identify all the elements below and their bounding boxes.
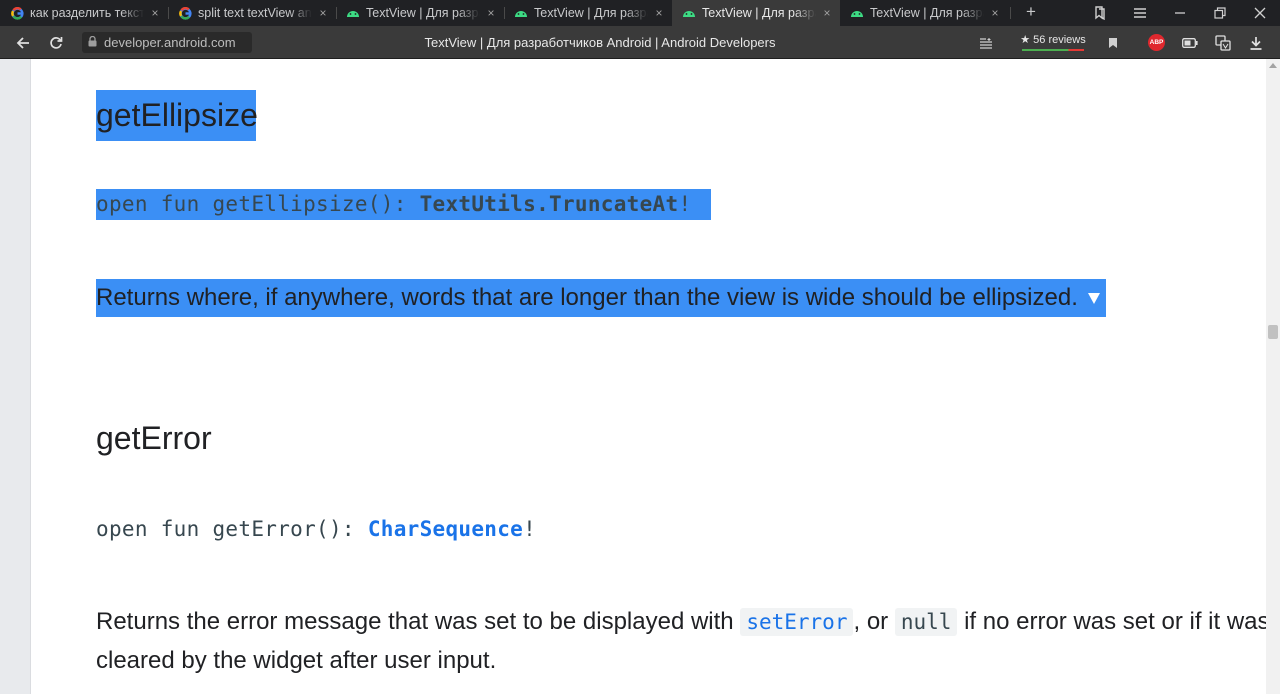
tab-divider	[1010, 7, 1011, 19]
browser-tab[interactable]: split text textView android ×	[168, 0, 336, 26]
method-description-getellipsize: Returns where, if anywhere, words that a…	[96, 279, 1106, 317]
browser-tab[interactable]: как разделить текст на ×	[0, 0, 168, 26]
url-text: developer.android.com	[104, 35, 236, 50]
method-heading-geterror: getError	[96, 420, 212, 456]
page-title-bar: TextView | Для разработчиков Android | A…	[424, 35, 776, 50]
close-tab-icon[interactable]: ×	[316, 6, 330, 20]
lock-icon	[88, 34, 97, 52]
scroll-up-arrow-icon[interactable]	[1269, 63, 1277, 68]
translate-icon[interactable]	[1209, 26, 1237, 59]
tab-title: TextView | Для разработчиков	[870, 6, 984, 20]
method-signature-getellipsize: open fun getEllipsize(): TextUtils.Trunc…	[96, 189, 712, 220]
signature-suffix: !	[678, 192, 692, 216]
close-tab-icon[interactable]: ×	[484, 6, 498, 20]
close-tab-icon[interactable]: ×	[148, 6, 162, 20]
signature-suffix: !	[523, 517, 537, 541]
description-text: , or	[853, 608, 895, 635]
reload-icon[interactable]	[42, 26, 70, 59]
scrollbar-thumb[interactable]	[1268, 325, 1278, 339]
tab-title: TextView | Для разработчиков	[534, 6, 648, 20]
return-type-link[interactable]: TextUtils.TruncateAt	[420, 192, 679, 216]
back-arrow-icon[interactable]	[9, 26, 37, 59]
google-icon	[178, 6, 192, 20]
bookmarks-panel-icon[interactable]	[1080, 0, 1120, 26]
reader-mode-icon[interactable]	[972, 26, 1000, 59]
tab-title: split text textView android	[198, 6, 312, 20]
reviews-label: ★ 56 reviews	[1020, 34, 1086, 46]
android-icon	[850, 6, 864, 20]
tab-title: TextView | Для разработчиков	[702, 6, 816, 20]
url-field[interactable]: developer.android.com	[82, 32, 252, 53]
close-window-icon[interactable]	[1240, 0, 1280, 26]
tab-title: как разделить текст на	[30, 6, 144, 20]
tab-title: TextView | Для разработчиков	[366, 6, 480, 20]
signature-text: open fun getError():	[96, 517, 368, 541]
reviews-badge[interactable]: ★ 56 reviews	[1018, 31, 1088, 53]
method-signature-geterror: open fun getError(): CharSequence!	[96, 514, 536, 544]
page-viewport: getEllipsize open fun getEllipsize(): Te…	[0, 59, 1280, 694]
android-icon	[682, 6, 696, 20]
close-tab-icon[interactable]: ×	[988, 6, 1002, 20]
method-description-geterror: Returns the error message that was set t…	[96, 603, 1270, 641]
android-icon	[346, 6, 360, 20]
browser-tab[interactable]: TextView | Для разработчиков ×	[504, 0, 672, 26]
browser-tab[interactable]: TextView | Для разработчиков ×	[336, 0, 504, 26]
android-icon	[514, 6, 528, 20]
address-bar: developer.android.com TextView | Для раз…	[0, 26, 1280, 59]
battery-saver-icon[interactable]	[1176, 26, 1204, 59]
new-tab-button[interactable]: +	[1022, 0, 1040, 26]
browser-tab-active[interactable]: TextView | Для разработчиков ×	[672, 0, 840, 26]
vertical-scrollbar[interactable]	[1266, 59, 1280, 694]
method-heading-getellipsize: getEllipsize	[96, 90, 258, 141]
page-content: getEllipsize open fun getEllipsize(): Te…	[30, 59, 1270, 694]
menu-icon[interactable]	[1120, 0, 1160, 26]
null-code: null	[894, 608, 958, 636]
description-text: if no error was set or if it was	[957, 608, 1270, 635]
minimize-icon[interactable]	[1160, 0, 1200, 26]
description-text: Returns where, if anywhere, words that a…	[96, 284, 1078, 311]
download-icon[interactable]	[1242, 26, 1270, 59]
caret-down-icon	[1087, 293, 1100, 305]
google-icon	[10, 6, 24, 20]
method-description-geterror-line2: cleared by the widget after user input.	[96, 647, 497, 674]
return-type-link[interactable]: CharSequence	[368, 517, 523, 541]
signature-text: open fun getEllipsize():	[96, 192, 420, 216]
close-tab-icon[interactable]: ×	[820, 6, 834, 20]
tab-strip: как разделить текст на × split text text…	[0, 0, 1280, 26]
rating-bar	[1022, 49, 1084, 51]
browser-tab[interactable]: TextView | Для разработчиков ×	[840, 0, 1008, 26]
seterror-link[interactable]: setError	[740, 608, 854, 636]
close-tab-icon[interactable]: ×	[652, 6, 666, 20]
restore-icon[interactable]	[1200, 0, 1240, 26]
adblock-plus-icon[interactable]: ABP	[1148, 34, 1165, 51]
description-text: Returns the error message that was set t…	[96, 608, 741, 635]
bookmark-icon[interactable]	[1099, 26, 1127, 59]
